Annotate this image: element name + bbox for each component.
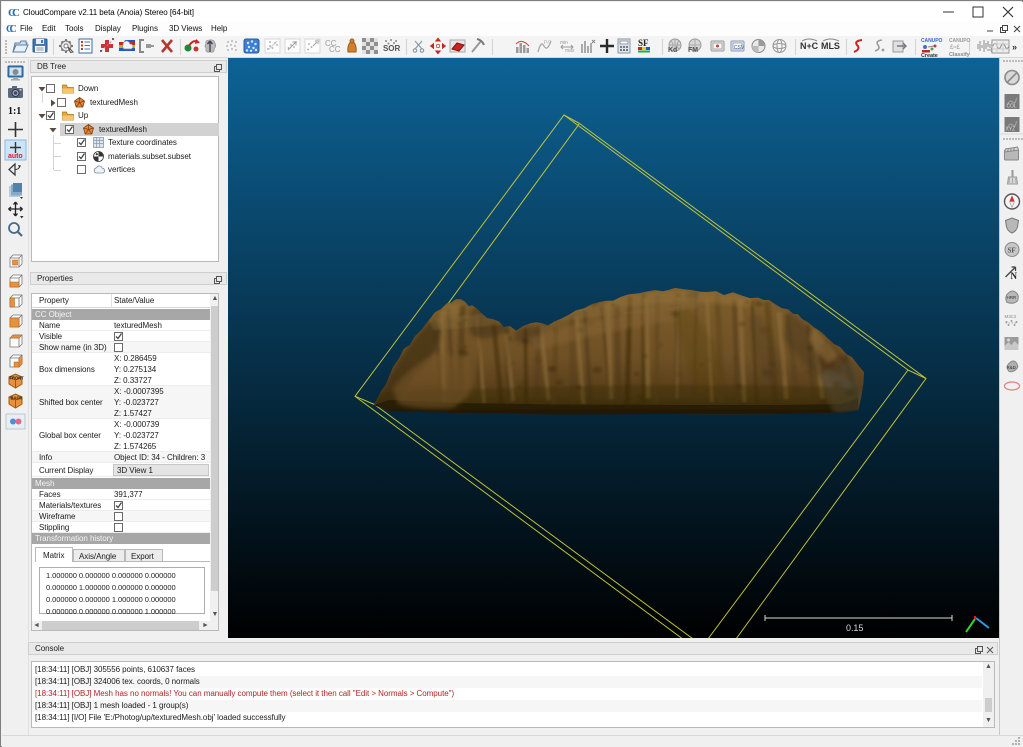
svg-text:CC: CC [329,45,341,54]
svg-text:R&D: R&D [1007,365,1017,370]
svg-text:min: min [560,40,568,46]
svg-text:N: N [1011,271,1018,281]
svg-text:CANUPO: CANUPO [921,38,943,44]
svg-text:MLS: MLS [821,41,840,51]
svg-text:FRONT: FRONT [10,376,25,381]
svg-text:£≈£: £≈£ [950,45,961,51]
svg-text:FM: FM [688,47,698,54]
svg-text:C: C [10,24,17,35]
svg-text:0.15: 0.15 [846,623,863,633]
svg-text:N+C: N+C [800,41,819,51]
svg-text:M3C2: M3C2 [1005,314,1017,319]
svg-text:CANUPO: CANUPO [949,38,971,44]
svg-text:COL: COL [1007,104,1017,110]
svg-text:HRR: HRR [1007,295,1017,300]
svg-text:p,o: p,o [544,39,551,45]
svg-text:SOR: SOR [383,44,400,53]
svg-text:auto: auto [8,153,23,160]
svg-text:C: C [12,7,20,19]
svg-text:»: » [1012,42,1017,52]
svg-text:XYZ: XYZ [1006,127,1016,133]
svg-text:BACK: BACK [11,396,23,401]
svg-text:max: max [565,48,575,54]
svg-text:CSV: CSV [734,45,745,51]
svg-text:SF: SF [638,38,649,48]
svg-text:SF: SF [1008,247,1016,255]
svg-text:1:1: 1:1 [8,106,21,117]
svg-text:Kd: Kd [668,47,677,54]
